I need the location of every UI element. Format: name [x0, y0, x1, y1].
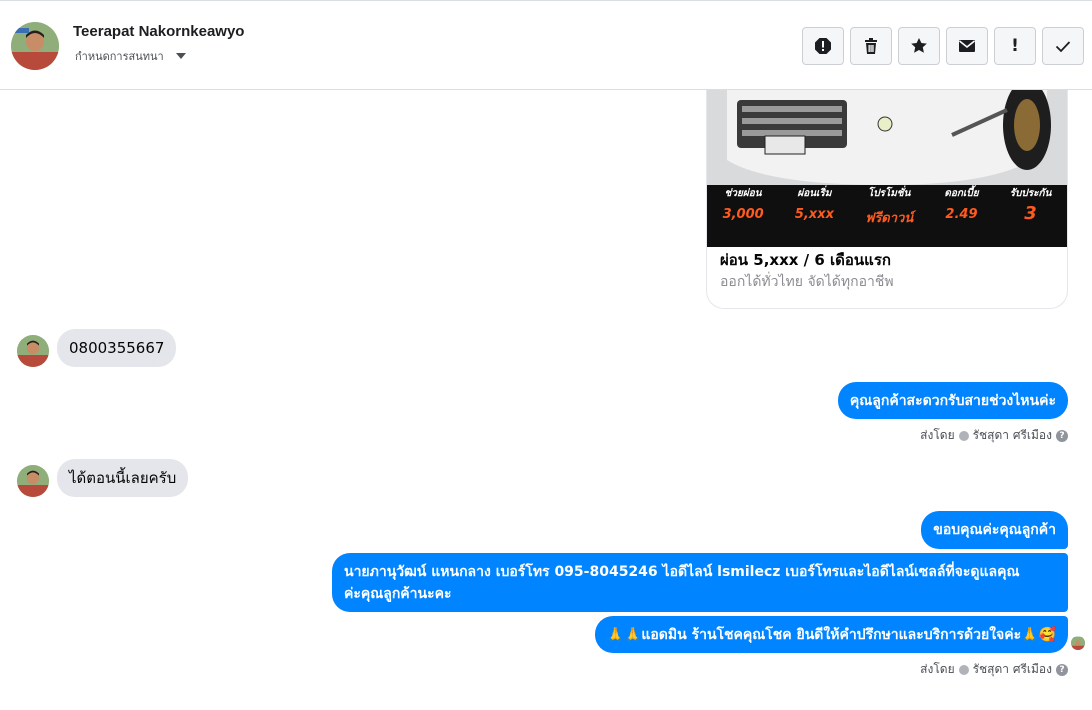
flag-button[interactable]: ! [994, 27, 1036, 65]
promo-subtitle: ออกได้ทั่วไทย จัดได้ทุกอาชีพ [720, 274, 894, 290]
outgoing-message[interactable]: นายภานุวัฒน์ แหนกลาง เบอร์โทร 095-804524… [332, 553, 1068, 612]
contact-name[interactable]: Teerapat Nakornkeawyo [73, 23, 244, 40]
agent-name[interactable]: รัชสุดา ศรีเมือง [973, 426, 1052, 445]
outgoing-message[interactable]: ขอบคุณค่ะคุณลูกค้า [921, 511, 1068, 549]
trash-icon [865, 38, 877, 54]
exclamation-icon: ! [1011, 36, 1019, 56]
contact-avatar-small[interactable] [17, 335, 49, 367]
sent-by-label: ส่งโดย รัชสุดา ศรีเมือง ? [920, 660, 1068, 679]
agent-status-icon [958, 430, 969, 441]
conversation-settings-label: กำหนดการสนทนา [75, 50, 164, 63]
sent-by-label: ส่งโดย รัชสุดา ศรีเมือง ? [920, 426, 1068, 445]
star-button[interactable] [898, 27, 940, 65]
help-icon[interactable]: ? [1056, 663, 1068, 676]
conversation-header: Teerapat Nakornkeawyo กำหนดการสนทนา ! [0, 0, 1092, 90]
mark-unread-button[interactable] [946, 27, 988, 65]
banner-item: รับประกัน 3 [1009, 188, 1052, 224]
seen-avatar [1071, 636, 1085, 650]
banner-item: ช่วยผ่อน 3,000 [722, 188, 764, 222]
banner-item: โปรโมชั่น ฟรีดาวน์ [865, 188, 914, 226]
star-icon [911, 38, 927, 53]
agent-status-icon [958, 664, 969, 675]
agent-name[interactable]: รัชสุดา ศรีเมือง [973, 660, 1052, 679]
delete-button[interactable] [850, 27, 892, 65]
envelope-icon [959, 40, 975, 52]
report-icon [815, 38, 831, 54]
banner-item: ผ่อนเริ่ม 5,xxx [794, 188, 834, 222]
incoming-message[interactable]: 0800355667 [57, 329, 177, 367]
conversation-settings[interactable]: กำหนดการสนทนา [75, 47, 186, 65]
outgoing-message[interactable]: 🙏🙏แอดมิน ร้านโชคคุณโชค ยินดีให้คำปรึกษาแ… [594, 616, 1068, 653]
report-button[interactable] [802, 27, 844, 65]
incoming-message[interactable]: ได้ตอนนี้เลยครับ [57, 459, 189, 497]
check-icon [1055, 41, 1071, 53]
caret-down-icon [175, 53, 186, 59]
banner-item: ดอกเบี้ย 2.49 [944, 188, 979, 222]
contact-avatar-small[interactable] [17, 465, 49, 497]
car-promo-image[interactable]: ช่วยผ่อน 3,000 ผ่อนเริ่ม 5,xxx โปรโมชั่น… [707, 90, 1067, 247]
contact-avatar[interactable] [11, 22, 59, 70]
promo-title: ผ่อน 5,xxx / 6 เดือนแรก [720, 251, 891, 269]
mark-done-button[interactable] [1042, 27, 1084, 65]
outgoing-message[interactable]: คุณลูกค้าสะดวกรับสายช่วงไหนค่ะ [837, 382, 1068, 419]
promo-attachment-card[interactable]: ช่วยผ่อน 3,000 ผ่อนเริ่ม 5,xxx โปรโมชั่น… [706, 90, 1068, 309]
help-icon[interactable]: ? [1056, 429, 1068, 442]
action-toolbar: ! [802, 27, 1084, 65]
